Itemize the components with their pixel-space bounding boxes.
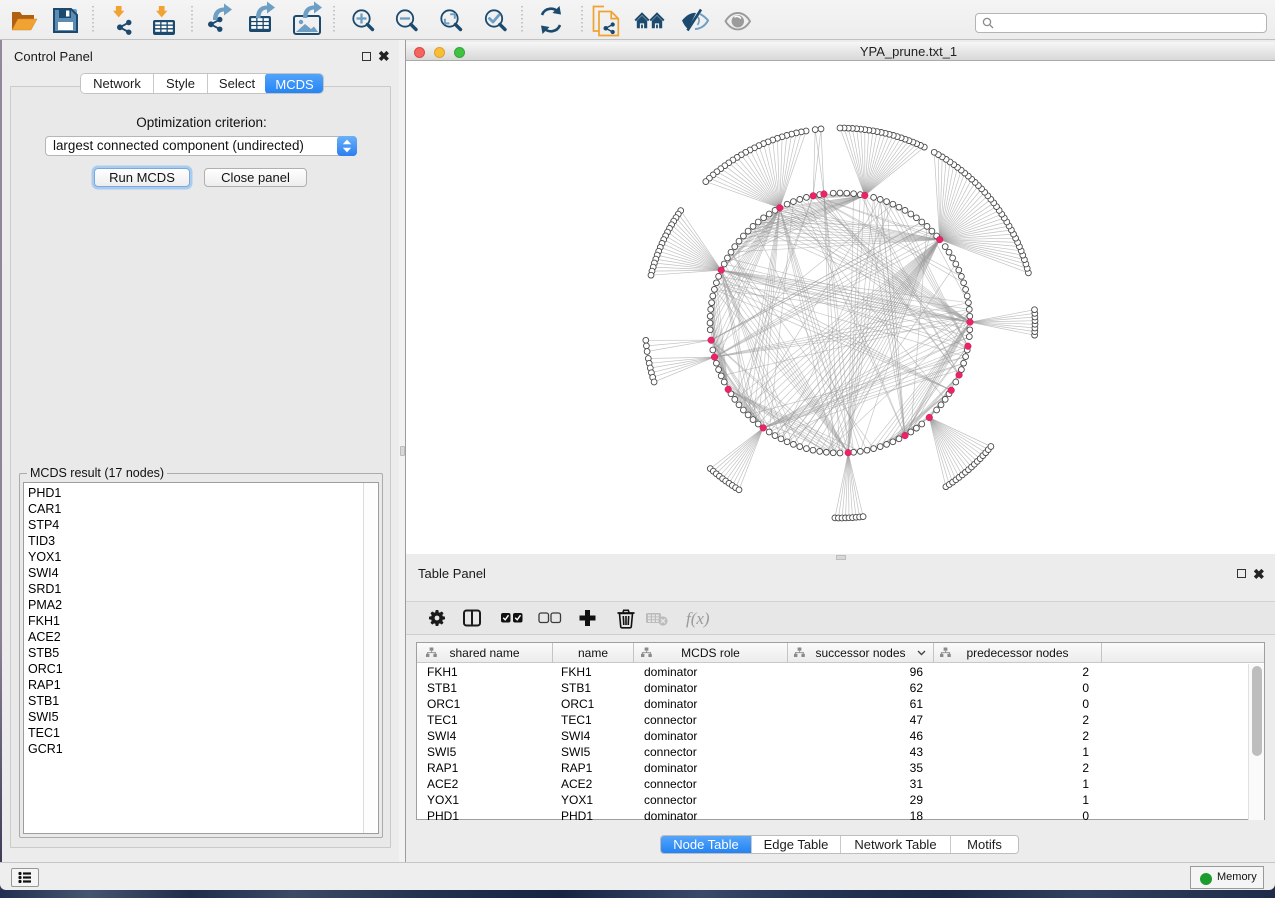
svg-text:f(x): f(x) (686, 609, 710, 628)
